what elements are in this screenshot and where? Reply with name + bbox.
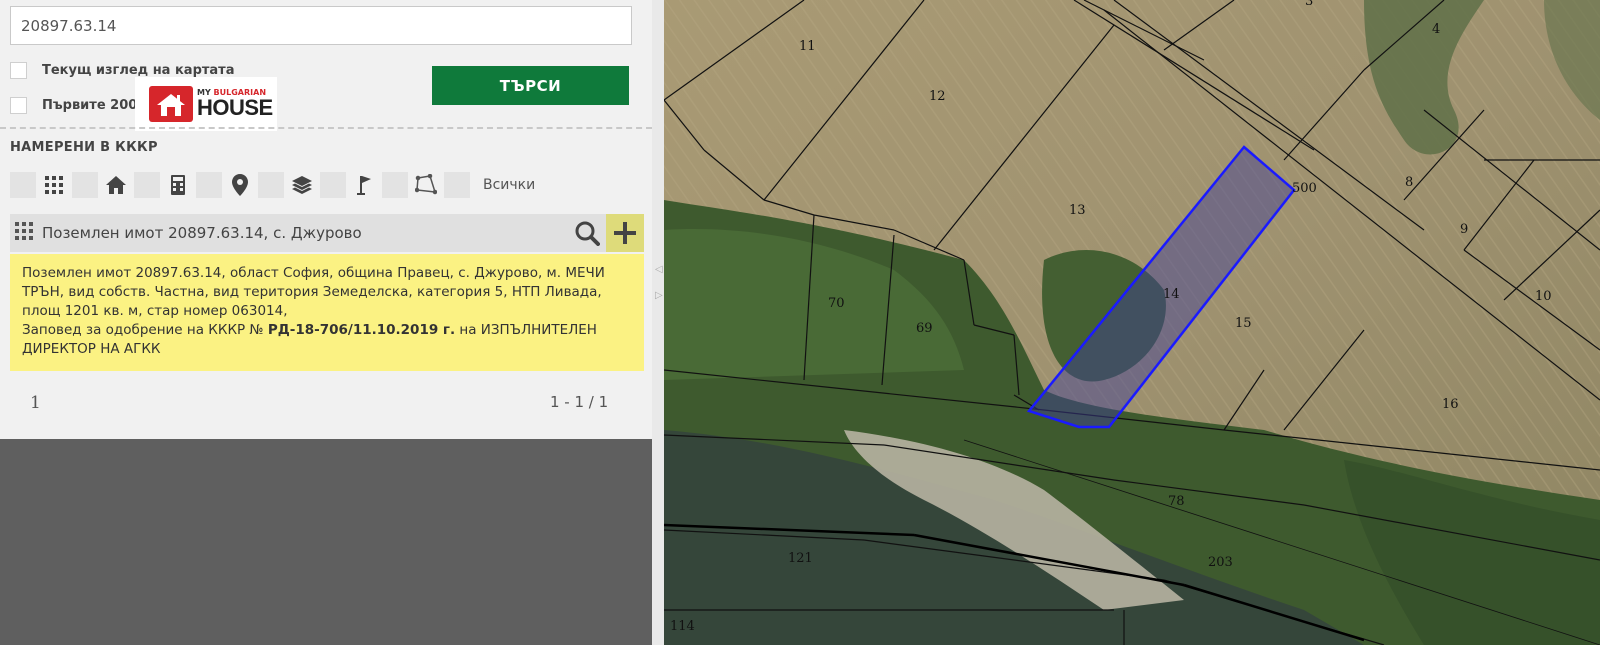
parcel-label: 15	[1235, 316, 1252, 331]
flag-icon[interactable]	[351, 172, 377, 198]
home-icon[interactable]	[103, 172, 129, 198]
parcel-label: 9	[1460, 222, 1468, 237]
filter-swatch[interactable]	[134, 172, 160, 198]
parcel-label: 121	[788, 551, 813, 566]
found-title: НАМЕРЕНИ В КККР	[10, 140, 158, 155]
parcel-label: 11	[799, 39, 816, 54]
parcel-label: 114	[670, 619, 695, 634]
layers-icon[interactable]	[289, 172, 315, 198]
all-filter-label[interactable]: Всички	[483, 177, 535, 193]
search-input[interactable]	[10, 6, 632, 45]
filter-swatch[interactable]	[320, 172, 346, 198]
panel-splitter[interactable]: ◁ ▷	[652, 0, 664, 645]
parcel-label: 10	[1535, 289, 1552, 304]
parcel-label: 16	[1442, 397, 1459, 412]
filter-swatch[interactable]	[382, 172, 408, 198]
app: Текущ изглед на картата Първите 200 ТЪРС…	[0, 0, 1600, 645]
parcel-label: 203	[1208, 555, 1233, 570]
add-result-button[interactable]	[606, 214, 644, 252]
filter-icons-bar: Всички	[10, 172, 535, 198]
expand-right-icon[interactable]: ▷	[655, 290, 663, 301]
parcel-label: 13	[1069, 203, 1086, 218]
first-results-checkbox[interactable]	[10, 97, 27, 114]
parcel-label: 12	[929, 89, 946, 104]
plus-icon	[614, 222, 636, 244]
polygon-icon[interactable]	[413, 172, 439, 198]
current-view-label: Текущ изглед на картата	[42, 63, 235, 78]
zoom-to-result-button[interactable]	[568, 214, 606, 252]
left-panel-area: Текущ изглед на картата Първите 200 ТЪРС…	[0, 0, 652, 645]
logo: MY BULGARIAN HOUSE	[135, 77, 277, 131]
search-icon	[575, 221, 600, 246]
parcel-label: 69	[916, 321, 933, 336]
grid-icon[interactable]	[41, 172, 67, 198]
collapse-left-icon[interactable]: ◁	[655, 264, 663, 275]
result-details: Поземлен имот 20897.63.14, област София,…	[10, 254, 644, 371]
pager-page-link[interactable]: 1	[30, 393, 41, 413]
first-results-label: Първите 200	[42, 98, 138, 113]
cadastral-map[interactable]: 11 12 13 14 15 16 3 4 8 9 10 500 70 69 7…	[664, 0, 1600, 645]
filter-swatch[interactable]	[444, 172, 470, 198]
house-icon	[149, 86, 193, 122]
parcel-label: 78	[1168, 494, 1185, 509]
filter-swatch[interactable]	[196, 172, 222, 198]
filter-swatch[interactable]	[72, 172, 98, 198]
pager-range: 1 - 1 / 1	[550, 393, 609, 411]
result-order-prefix: Заповед за одобрение на КККР №	[22, 322, 268, 338]
parcel-label: 14	[1163, 287, 1180, 302]
parcel-label: 500	[1292, 181, 1317, 196]
result-header[interactable]: Поземлен имот 20897.63.14, с. Джурово	[10, 214, 644, 252]
map-canvas[interactable]: 11 12 13 14 15 16 3 4 8 9 10 500 70 69 7…	[664, 0, 1600, 645]
result-title: Поземлен имот 20897.63.14, с. Джурово	[42, 224, 362, 242]
grid-icon	[14, 221, 34, 245]
first-results-option[interactable]: Първите 200	[10, 97, 137, 114]
filter-swatch[interactable]	[10, 172, 36, 198]
parcel-label: 4	[1432, 22, 1440, 37]
current-view-checkbox[interactable]	[10, 62, 27, 79]
search-panel: Текущ изглед на картата Първите 200 ТЪРС…	[0, 0, 652, 439]
filter-swatch[interactable]	[258, 172, 284, 198]
search-button[interactable]: ТЪРСИ	[432, 66, 629, 105]
result-details-text: Поземлен имот 20897.63.14, област София,…	[22, 265, 605, 319]
parcel-label: 3	[1305, 0, 1313, 9]
pin-icon[interactable]	[227, 172, 253, 198]
building-icon[interactable]	[165, 172, 191, 198]
parcel-label: 8	[1405, 175, 1413, 190]
logo-text: MY BULGARIAN HOUSE	[197, 89, 273, 119]
parcel-label: 70	[828, 296, 845, 311]
divider	[0, 127, 652, 129]
logo-big-text: HOUSE	[197, 95, 273, 120]
result-order-number: РД-18-706/11.10.2019 г.	[267, 322, 456, 338]
